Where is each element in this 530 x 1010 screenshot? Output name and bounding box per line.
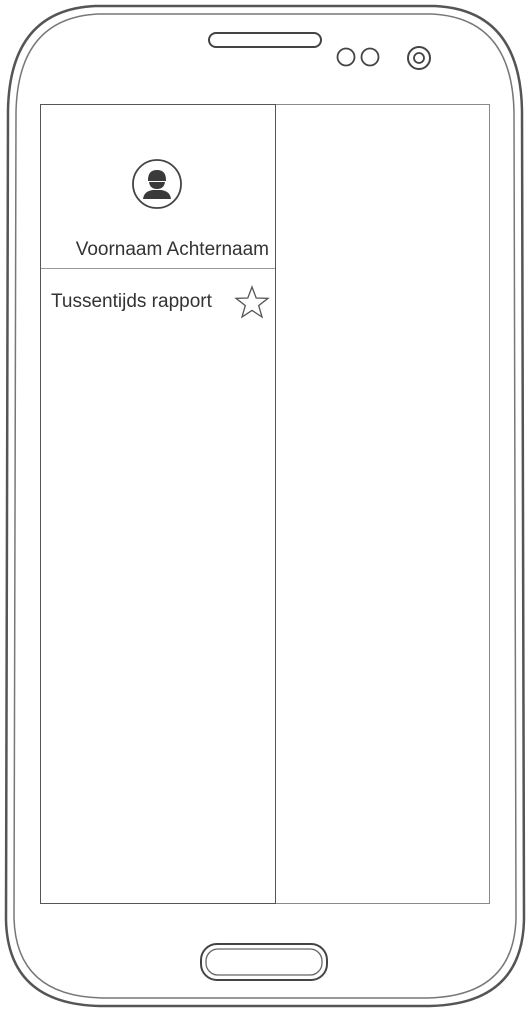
star-icon[interactable]	[234, 285, 270, 321]
user-avatar-icon[interactable]	[131, 158, 183, 210]
proximity-sensor-right	[360, 47, 380, 67]
earpiece-speaker	[208, 32, 322, 48]
navigation-drawer: Voornaam Achternaam Tussentijds rapport	[40, 104, 276, 904]
user-name: Voornaam Achternaam	[75, 239, 269, 260]
menu-item-label: Tussentijds rapport	[51, 291, 212, 312]
proximity-sensor-left	[336, 47, 356, 67]
menu-item-tussentijds-rapport[interactable]: Tussentijds rapport	[41, 275, 275, 321]
drawer-header: Voornaam Achternaam	[41, 105, 275, 269]
